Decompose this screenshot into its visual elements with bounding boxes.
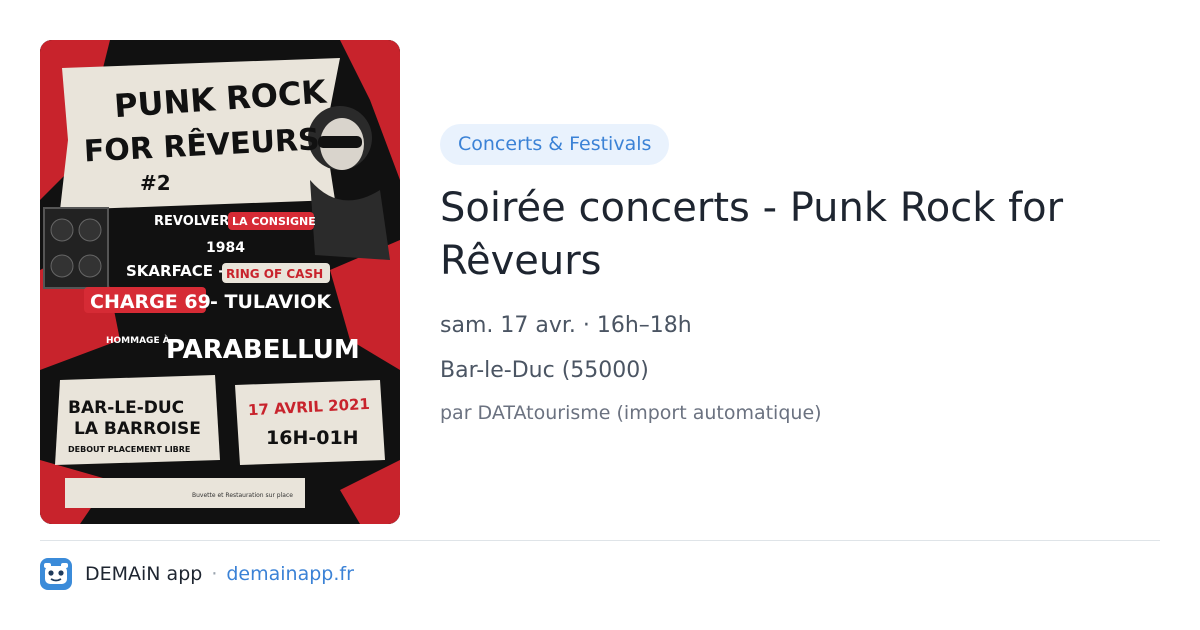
poster-venue-note: DEBOUT PLACEMENT LIBRE [68, 445, 190, 454]
poster-hours: 16H-01H [266, 427, 359, 449]
poster-edition: #2 [140, 171, 171, 195]
footer-divider [40, 540, 1160, 541]
poster-band-7: - TULAVIOK [210, 291, 332, 313]
poster-tribute-prefix: HOMMAGE À [106, 334, 170, 346]
event-source: par DATAtourisme (import automatique) [440, 402, 822, 424]
footer-separator: · [211, 563, 218, 585]
poster-band-6: CHARGE 69 [90, 291, 211, 313]
app-url-link[interactable]: demainapp.fr [226, 563, 354, 585]
event-title: Soirée concerts - Punk Rock for Rêveurs [440, 185, 1064, 284]
demain-app-logo-icon [40, 558, 72, 590]
event-poster-image: PUNK ROCK FOR RÊVEURS #2 REVOLVER - LA C… [40, 40, 400, 524]
poster-tribute: PARABELLUM [166, 335, 360, 365]
poster-band-5: RING OF CASH [226, 267, 323, 281]
poster-band-4: SKARFACE - [126, 262, 224, 280]
poster-band-1: REVOLVER - [154, 214, 239, 229]
event-datetime: sam. 17 avr. · 16h–18h [440, 313, 692, 338]
site-footer: DEMAiN app · demainapp.fr [40, 558, 354, 590]
app-name: DEMAiN app [85, 563, 203, 585]
poster-venue-city: BAR-LE-DUC [68, 398, 184, 418]
poster-venue-name: LA BARROISE [74, 419, 201, 439]
poster-band-2: LA CONSIGNE [232, 215, 316, 228]
category-badge[interactable]: Concerts & Festivals [440, 124, 670, 165]
event-location: Bar-le-Duc (55000) [440, 358, 649, 383]
poster-band-3: 1984 [206, 240, 245, 256]
poster-footer-note: Buvette et Restauration sur place [192, 492, 293, 499]
